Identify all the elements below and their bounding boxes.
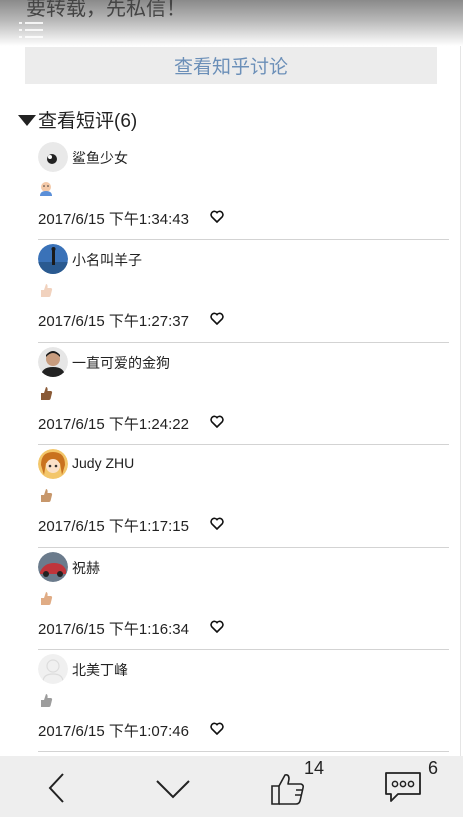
comment-username[interactable]: 一直可爱的金狗 xyxy=(72,353,170,373)
avatar[interactable] xyxy=(38,142,68,172)
thumbs-up-icon[interactable] xyxy=(270,772,306,806)
avatar[interactable] xyxy=(38,449,68,480)
avatar[interactable] xyxy=(38,346,68,377)
thumb-emoji-icon xyxy=(41,489,53,503)
thumb-emoji-icon xyxy=(41,284,53,298)
comment-timestamp: 2017/6/15 下午1:16:34 xyxy=(38,620,189,638)
heart-like-icon[interactable] xyxy=(210,517,224,531)
heart-like-icon[interactable] xyxy=(210,415,224,428)
comment-username[interactable]: 北美丁峰 xyxy=(72,660,128,680)
avatar[interactable] xyxy=(38,551,68,582)
list-menu-icon[interactable] xyxy=(19,20,45,40)
comment-item: 鲨鱼少女 2017/6/15 下午1:34:43 xyxy=(38,138,449,241)
comment-username[interactable]: Judy ZHU xyxy=(72,455,134,471)
avatar[interactable] xyxy=(38,244,68,275)
triangle-down-icon xyxy=(18,114,36,126)
thumb-emoji-icon xyxy=(41,386,53,400)
article-tail-text: 要转载，先私信！ xyxy=(26,0,186,20)
comment-list: 鲨鱼少女 2017/6/15 下午1:34:43 小名叫羊子 2017/6/15… xyxy=(38,138,449,753)
comment-item: Judy ZHU 2017/6/15 下午1:17:15 xyxy=(38,445,449,548)
comment-timestamp: 2017/6/15 下午1:24:22 xyxy=(38,415,189,433)
heart-like-icon[interactable] xyxy=(210,722,224,735)
comment-item: 祝赫 2017/6/15 下午1:16:34 xyxy=(38,548,449,650)
avatar[interactable] xyxy=(38,653,68,684)
thumb-emoji-icon xyxy=(41,693,53,707)
right-edge-divider xyxy=(460,0,461,756)
comment-timestamp: 2017/6/15 下午1:34:43 xyxy=(38,211,189,228)
comment-count: 6 xyxy=(428,758,439,778)
heart-like-icon[interactable] xyxy=(210,312,224,326)
back-chevron-icon[interactable] xyxy=(46,772,68,804)
comment-bubble-icon[interactable] xyxy=(384,770,422,804)
reaction-emoji-icon xyxy=(40,182,52,196)
down-chevron-icon[interactable] xyxy=(155,778,191,800)
comment-item: 小名叫羊子 2017/6/15 下午1:27:37 xyxy=(38,240,449,343)
comment-username[interactable]: 小名叫羊子 xyxy=(72,250,142,270)
comments-section-title: 查看短评(6) xyxy=(38,110,138,132)
comment-item: 一直可爱的金狗 2017/6/15 下午1:24:22 xyxy=(38,343,449,446)
comments-section-toggle[interactable]: 查看短评(6) xyxy=(18,106,137,132)
thumb-emoji-icon xyxy=(41,591,53,605)
comment-username[interactable]: 鲨鱼少女 xyxy=(72,148,128,168)
comment-item: 北美丁峰 2017/6/15 下午1:07:46 xyxy=(38,650,449,753)
view-zhihu-discussion-button[interactable]: 查看知乎讨论 xyxy=(25,47,437,84)
heart-like-icon[interactable] xyxy=(210,210,224,223)
like-count: 14 xyxy=(304,758,325,778)
comment-username[interactable]: 祝赫 xyxy=(72,558,100,578)
bottom-toolbar: 14 6 xyxy=(0,756,463,817)
comment-timestamp: 2017/6/15 下午1:17:15 xyxy=(38,518,189,536)
heart-like-icon[interactable] xyxy=(210,620,224,633)
comment-timestamp: 2017/6/15 下午1:07:46 xyxy=(38,722,189,740)
comment-timestamp: 2017/6/15 下午1:27:37 xyxy=(38,313,189,331)
